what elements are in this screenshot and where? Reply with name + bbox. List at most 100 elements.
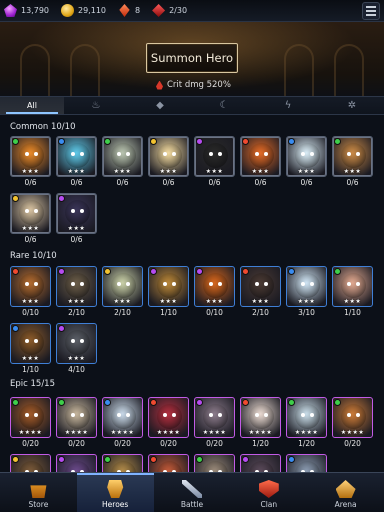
lightning-icon: ϟ: [284, 100, 292, 111]
section-title-epic: Epic 15/15: [10, 379, 55, 389]
hero-collection[interactable]: Common 10/10 ★★★ 0/6 ★★★ 0/6 ★★★ 0/6 ★★★ 0/6 ★★★…: [0, 116, 384, 472]
nav-heroes[interactable]: Heroes: [76, 473, 154, 512]
arch-decoration: [284, 44, 314, 104]
hero-eye: [71, 413, 75, 417]
element-badge-icon: [242, 138, 249, 145]
nav-arena[interactable]: Arena: [307, 473, 384, 512]
tickets-counter[interactable]: 2/30: [152, 4, 187, 17]
hero-card[interactable]: ★★★★ 0/20: [56, 397, 97, 449]
hero-shard-count: 1/10: [22, 365, 39, 374]
hero-stars: ★★★: [67, 225, 86, 232]
hero-stars: ★★★: [67, 168, 86, 175]
filter-tab-fire[interactable]: ♨: [64, 97, 128, 114]
hero-card[interactable]: ★★★ 1/10: [148, 266, 189, 318]
hero-card[interactable]: ★★★ 0/6: [194, 136, 235, 188]
hero-art: [111, 404, 136, 429]
hero-card[interactable]: ★★★★ 0/20: [10, 397, 51, 449]
hero-portrait: ★★★: [240, 136, 281, 177]
hero-art: [19, 273, 44, 298]
element-badge-icon: [12, 138, 19, 145]
menu-button[interactable]: [362, 2, 380, 20]
hero-card[interactable]: ★★★ 2/10: [56, 266, 97, 318]
hero-card[interactable]: [56, 454, 97, 472]
nav-clan[interactable]: Clan: [230, 473, 307, 512]
shards-counter[interactable]: 8: [118, 4, 140, 17]
hero-art: [295, 273, 320, 298]
hero-shard-count: 0/20: [22, 439, 39, 448]
hero-card[interactable]: ★★★ 0/10: [10, 266, 51, 318]
hero-card[interactable]: ★★★★ 1/20: [240, 397, 281, 449]
hero-card[interactable]: ★★★★ 0/20: [332, 397, 373, 449]
hero-card[interactable]: ★★★ 0/6: [102, 136, 143, 188]
hero-card[interactable]: ★★★ 4/10: [56, 323, 97, 375]
element-badge-icon: [12, 325, 19, 332]
hero-card[interactable]: ★★★ 2/10: [240, 266, 281, 318]
hero-stars: ★★★: [67, 355, 86, 362]
hero-art: [19, 404, 44, 429]
hero-stars: ★★★★: [18, 429, 43, 436]
element-badge-icon: [58, 268, 65, 275]
hero-art: [65, 200, 90, 225]
hero-eye: [71, 339, 75, 343]
hero-card[interactable]: ★★★★ 0/20: [148, 397, 189, 449]
hero-portrait: ★★★: [10, 193, 51, 234]
hero-eye: [301, 282, 305, 286]
arch-decoration: [334, 44, 364, 104]
hero-eye: [80, 339, 84, 343]
hero-card[interactable]: ★★★ 0/6: [56, 193, 97, 245]
hero-card[interactable]: ★★★ 0/6: [148, 136, 189, 188]
arena-icon: [335, 480, 356, 498]
hero-card[interactable]: ★★★★ 1/20: [286, 397, 327, 449]
hero-card[interactable]: [240, 454, 281, 472]
filter-tab-lightning[interactable]: ϟ: [256, 97, 320, 114]
hero-stars: ★★★: [113, 168, 132, 175]
hamburger-icon: [366, 6, 376, 8]
gems-counter[interactable]: 13,790: [4, 4, 49, 17]
hero-portrait: ★★★: [102, 266, 143, 307]
hero-portrait: ★★★: [10, 323, 51, 364]
hero-art: [203, 404, 228, 429]
hero-card[interactable]: ★★★ 0/10: [194, 266, 235, 318]
hero-eye: [25, 413, 29, 417]
hero-card[interactable]: ★★★ 3/10: [286, 266, 327, 318]
summon-hero-button[interactable]: Summon Hero: [146, 43, 238, 73]
hero-card[interactable]: [286, 454, 327, 472]
hero-card[interactable]: ★★★ 0/6: [332, 136, 373, 188]
element-badge-icon: [104, 268, 111, 275]
gold-counter[interactable]: 29,110: [61, 4, 106, 17]
hero-shard-count: 0/20: [160, 439, 177, 448]
element-badge-icon: [12, 268, 19, 275]
hero-card[interactable]: ★★★ 1/10: [10, 323, 51, 375]
hero-art: [203, 273, 228, 298]
hero-card[interactable]: ★★★ 0/6: [286, 136, 327, 188]
element-badge-icon: [150, 456, 157, 463]
hero-eye: [80, 413, 84, 417]
filter-tab-all[interactable]: All: [0, 97, 64, 114]
hero-portrait: ★★★: [10, 266, 51, 307]
element-badge-icon: [104, 138, 111, 145]
hero-card[interactable]: ★★★ 2/10: [102, 266, 143, 318]
hero-card[interactable]: ★★★ 0/6: [240, 136, 281, 188]
element-badge-icon: [288, 138, 295, 145]
hero-card[interactable]: ★★★★ 0/20: [102, 397, 143, 449]
nav-store[interactable]: Store: [0, 473, 77, 512]
filter-tab-water[interactable]: ◆: [128, 97, 192, 114]
filter-tab-moon[interactable]: ☾: [192, 97, 256, 114]
nav-battle[interactable]: Battle: [154, 473, 231, 512]
hero-card[interactable]: ★★★ 1/10: [332, 266, 373, 318]
hero-card[interactable]: [194, 454, 235, 472]
hero-art: [19, 461, 44, 472]
hero-card[interactable]: ★★★ 0/6: [56, 136, 97, 188]
hero-card[interactable]: ★★★★ 0/20: [194, 397, 235, 449]
hero-card[interactable]: ★★★ 0/6: [10, 136, 51, 188]
hero-art: [249, 143, 274, 168]
hero-card[interactable]: [102, 454, 143, 472]
element-badge-icon: [58, 138, 65, 145]
hero-card[interactable]: ★★★ 0/6: [10, 193, 51, 245]
hero-eye: [347, 282, 351, 286]
element-filter-tabs: All ♨ ◆ ☾ ϟ ✲: [0, 96, 384, 115]
filter-tab-gear[interactable]: ✲: [320, 97, 384, 114]
hero-card[interactable]: [148, 454, 189, 472]
element-badge-icon: [334, 138, 341, 145]
hero-card[interactable]: [10, 454, 51, 472]
